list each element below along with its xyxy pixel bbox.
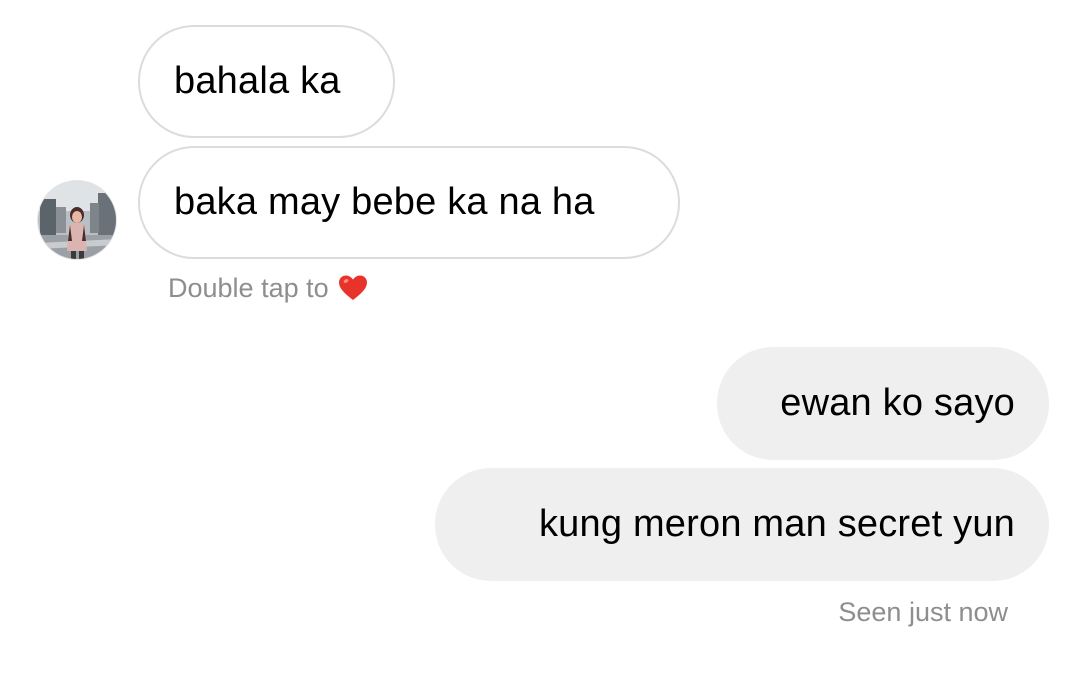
- message-text: ewan ko sayo: [780, 382, 1015, 424]
- double-tap-hint-text: Double tap to: [168, 272, 329, 303]
- heart-icon: [338, 274, 368, 302]
- received-message-bubble[interactable]: baka may bebe ka na ha: [138, 146, 680, 259]
- message-text: kung meron man secret yun: [538, 503, 1015, 545]
- seen-status: Seen just now: [838, 597, 1008, 627]
- message-text: baka may bebe ka na ha: [174, 181, 595, 223]
- message-text: bahala ka: [174, 60, 341, 102]
- double-tap-hint: Double tap to: [168, 270, 368, 306]
- contact-avatar[interactable]: [37, 180, 117, 260]
- avatar-photo: [38, 181, 116, 259]
- sent-message-bubble[interactable]: kung meron man secret yun: [435, 468, 1049, 581]
- received-message-bubble[interactable]: bahala ka: [138, 25, 395, 138]
- sent-message-bubble[interactable]: ewan ko sayo: [717, 347, 1049, 460]
